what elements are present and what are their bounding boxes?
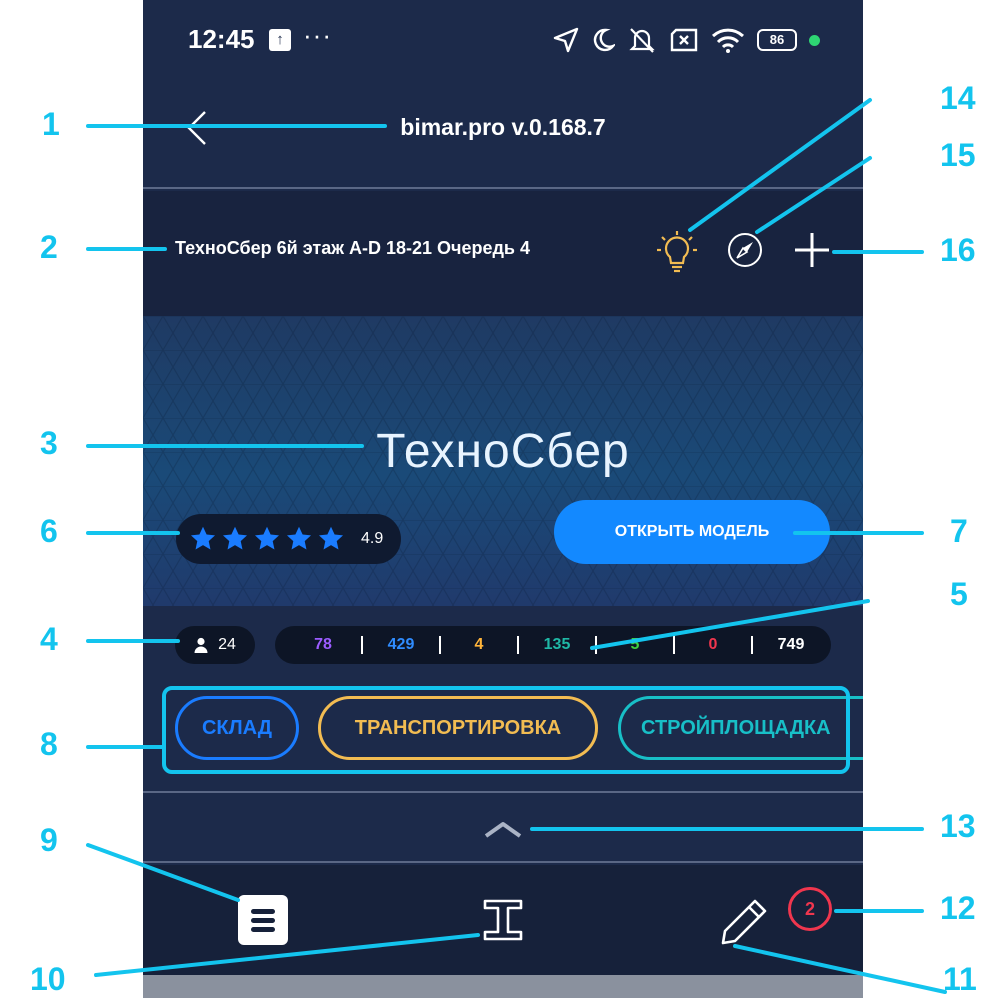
stat-value: 4 xyxy=(474,636,484,653)
users-count: 24 xyxy=(218,636,236,653)
project-bar: ТехноСбер 6й этаж A-D 18-21 Очередь 4 xyxy=(143,191,863,316)
upload-notification-icon: ↑ xyxy=(269,29,291,51)
callout-number: 15 xyxy=(940,137,976,173)
bottom-toolbar: 2 xyxy=(143,865,863,975)
phone-screen: 12:45 ↑ ··· 86 bimar.pro v.0.168.7 Техно… xyxy=(143,0,863,998)
callout-number: 13 xyxy=(940,808,976,844)
callout-number: 2 xyxy=(40,229,58,265)
callout-number: 5 xyxy=(950,576,968,612)
battery-icon: 86 xyxy=(757,29,797,51)
moon-icon xyxy=(593,28,615,52)
expand-panel xyxy=(143,795,863,863)
status-dot xyxy=(809,34,820,46)
star-icon xyxy=(318,526,344,550)
stat-value: 749 xyxy=(777,636,805,653)
rating-pill: 4.9 xyxy=(176,514,401,564)
status-icons: 86 xyxy=(553,24,820,56)
callout-number: 8 xyxy=(40,726,58,762)
stat-value: 429 xyxy=(387,636,415,653)
callout-number: 3 xyxy=(40,425,58,461)
rating-stars xyxy=(189,525,345,553)
project-hero: ТехноСбер 4.9 ОТКРЫТЬ МОДЕЛЬ xyxy=(143,316,863,606)
users-count-pill[interactable]: 24 xyxy=(175,626,255,664)
stat-value: 5 xyxy=(630,636,640,653)
stat-value: 0 xyxy=(708,636,718,653)
callout-number: 12 xyxy=(940,890,976,926)
plus-icon[interactable] xyxy=(793,231,831,269)
callout-number: 7 xyxy=(950,513,968,549)
location-icon xyxy=(553,27,579,53)
lightbulb-icon[interactable] xyxy=(656,229,698,275)
issue-stats-pill[interactable]: 78 429 4 135 5 0 749 xyxy=(275,626,831,664)
star-icon xyxy=(286,526,312,550)
i-beam-icon[interactable] xyxy=(482,898,524,942)
project-name[interactable]: ТехноСбер 6й этаж A-D 18-21 Очередь 4 xyxy=(175,238,530,259)
callout-number: 6 xyxy=(40,513,58,549)
stat-value: 135 xyxy=(543,636,571,653)
star-icon xyxy=(222,526,248,550)
status-time: 12:45 xyxy=(188,24,255,54)
rating-value: 4.9 xyxy=(361,530,384,547)
system-nav-bar xyxy=(143,975,863,998)
menu-icon xyxy=(251,909,275,932)
bell-off-icon xyxy=(629,28,655,53)
star-icon xyxy=(254,526,280,550)
sim-off-icon xyxy=(670,28,698,52)
compass-icon[interactable] xyxy=(726,231,764,269)
status-bar: 12:45 ↑ ··· 86 xyxy=(143,0,863,80)
callout-number: 16 xyxy=(940,232,976,268)
more-notifications-icon: ··· xyxy=(303,20,332,50)
stat-value: 78 xyxy=(314,636,332,653)
project-title: ТехноСбер xyxy=(376,425,630,478)
menu-button[interactable] xyxy=(238,895,288,945)
user-icon xyxy=(194,637,208,653)
categories-highlight-frame xyxy=(162,686,850,774)
app-header: bimar.pro v.0.168.7 xyxy=(143,80,863,189)
callout-number: 4 xyxy=(40,621,58,657)
chevron-up-icon[interactable] xyxy=(483,819,523,839)
callout-number: 10 xyxy=(30,961,66,997)
notification-badge[interactable]: 2 xyxy=(788,887,832,931)
callout-number: 14 xyxy=(940,80,976,116)
callout-number: 1 xyxy=(42,106,60,142)
open-model-button[interactable]: ОТКРЫТЬ МОДЕЛЬ xyxy=(554,500,830,564)
callout-number: 11 xyxy=(943,961,977,997)
pencil-icon[interactable] xyxy=(719,897,769,947)
callout-number: 9 xyxy=(40,822,58,858)
star-icon xyxy=(190,526,216,550)
wifi-icon xyxy=(711,28,745,53)
app-title: bimar.pro v.0.168.7 xyxy=(400,114,606,140)
stats-row: 24 78 429 4 135 5 0 749 xyxy=(143,606,863,686)
